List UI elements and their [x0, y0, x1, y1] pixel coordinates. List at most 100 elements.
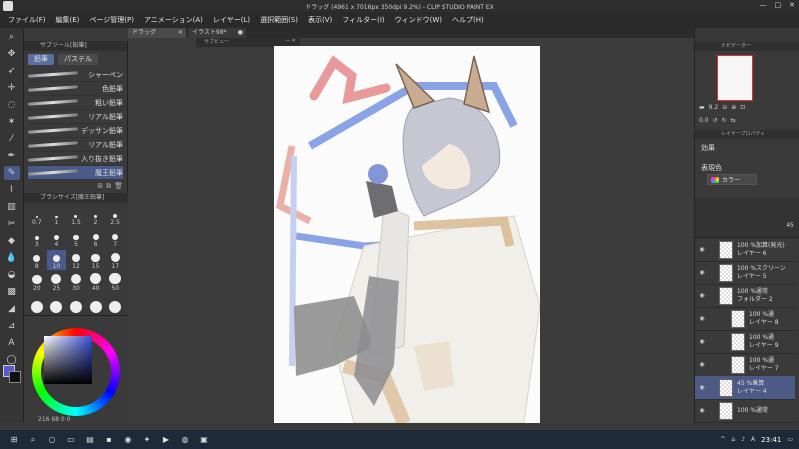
tray-chevron-icon[interactable]: ^ — [720, 436, 725, 443]
brush-size-cell[interactable] — [47, 294, 67, 314]
visibility-eye-icon[interactable]: ◉ — [697, 292, 707, 299]
layer-opacity[interactable]: 45 — [786, 222, 794, 229]
eraser-icon[interactable]: ◆ — [4, 234, 20, 248]
layer-row[interactable]: ◉ 100 %スクリーン レイヤー 5 — [695, 261, 795, 285]
clock[interactable]: 23:41 — [761, 436, 781, 444]
brush-size-cell[interactable]: 10 — [46, 250, 67, 270]
menu-animation[interactable]: アニメーション(A) — [144, 15, 203, 25]
move-tool-icon[interactable]: ✥ — [4, 47, 20, 61]
app-icon[interactable]: ▪ — [104, 435, 114, 445]
tab-illust98-close[interactable]: ● — [238, 28, 243, 38]
operation-tool-icon[interactable]: ➶ — [4, 64, 20, 78]
layer-row[interactable]: ◉ 100 %通 レイヤー 7 — [695, 353, 795, 377]
menu-view[interactable]: 表示(V) — [308, 15, 332, 25]
search-icon[interactable]: ⌕ — [28, 435, 38, 445]
windows-start-icon[interactable]: ⊞ — [9, 435, 19, 445]
blend-icon[interactable]: 💧 — [4, 251, 20, 265]
flip-icon[interactable]: ⇆ — [731, 117, 736, 124]
delete-subtool-icon[interactable]: 🗑 — [114, 182, 123, 191]
zoom-slider-icon[interactable]: ▬ — [699, 104, 705, 111]
brush-size-cell[interactable]: 17 — [105, 250, 125, 270]
visibility-eye-icon[interactable]: ◉ — [697, 338, 707, 345]
brush-item[interactable]: 粗い鉛筆 — [27, 96, 123, 110]
brush-size-cell[interactable]: 25 — [47, 272, 67, 292]
layer-row[interactable]: ◉ 100 %通常 フォルダー 2 — [695, 284, 795, 308]
chrome-icon[interactable]: ◉ — [123, 435, 133, 445]
zoom-value[interactable]: 9.2 — [709, 104, 719, 111]
brush-size-cell[interactable] — [105, 294, 125, 314]
text-icon[interactable]: A — [4, 336, 20, 350]
menu-page[interactable]: ページ管理(P) — [89, 15, 134, 25]
ime-lang[interactable]: A — [751, 436, 755, 443]
notification-icon[interactable]: ▭ — [787, 436, 793, 443]
menu-filter[interactable]: フィルター(I) — [342, 15, 384, 25]
brush-size-cell[interactable]: 6 — [86, 228, 106, 248]
copy-subtool-icon[interactable]: ⧉ — [106, 182, 111, 191]
discord-icon[interactable]: ◍ — [180, 435, 190, 445]
magic-wand-icon[interactable]: ✶ — [4, 115, 20, 129]
tab-illust98[interactable]: イラスト98* ● — [188, 28, 246, 38]
brush-size-cell[interactable]: 4 — [47, 228, 67, 248]
rotate-right-icon[interactable]: ↻ — [722, 117, 727, 124]
lasso-icon[interactable]: ◌ — [4, 98, 20, 112]
menu-file[interactable]: ファイル(F) — [8, 15, 46, 25]
file-explorer-icon[interactable]: ▤ — [85, 435, 95, 445]
brush-size-cell[interactable]: 2.5 — [105, 206, 125, 226]
layer-row[interactable]: ◉ 100 %通 レイヤー 8 — [695, 307, 795, 331]
brush-size-cell[interactable]: 20 — [27, 272, 47, 292]
layer-row[interactable]: ◉ 100 %通 レイヤー 9 — [695, 330, 795, 354]
brush-item[interactable]: リアル鉛筆 — [27, 110, 123, 124]
menu-window[interactable]: ウィンドウ(W) — [395, 15, 442, 25]
decoration-icon[interactable]: ✂ — [4, 217, 20, 231]
tab-drag[interactable]: ドラッグ ✕ — [128, 28, 186, 38]
layer-row[interactable]: ◉ 100 %通常 — [695, 399, 795, 423]
brush-item[interactable]: 色鉛筆 — [27, 82, 123, 96]
expression-color-select[interactable]: カラー — [707, 174, 757, 185]
network-icon[interactable]: ⌂ — [731, 436, 735, 443]
color-wells[interactable] — [3, 365, 21, 391]
visibility-eye-icon[interactable]: ◉ — [697, 269, 707, 276]
brush-size-cell[interactable] — [27, 294, 47, 314]
visibility-eye-icon[interactable]: ◉ — [697, 361, 707, 368]
brush-item[interactable]: 魔王鉛筆 — [27, 166, 123, 180]
subtool-settings-icon[interactable]: ⊞ — [97, 182, 103, 191]
fill-icon[interactable]: ◒ — [4, 268, 20, 282]
layer-row[interactable]: ◉ 45 %乗算 レイヤー 4 — [695, 376, 795, 400]
layer-row[interactable]: ◉ 100 %加算(発光) レイヤー 6 — [695, 238, 795, 262]
brush-size-cell[interactable]: 5 — [66, 228, 86, 248]
visibility-eye-icon[interactable]: ◉ — [697, 315, 707, 322]
brush-item[interactable]: シャーペン — [27, 68, 123, 82]
clip-studio-taskbar-icon[interactable]: ▣ — [199, 435, 209, 445]
menu-selection[interactable]: 選択範囲(S) — [260, 15, 298, 25]
tab-pastel[interactable]: パステル — [58, 54, 98, 65]
menu-layer[interactable]: レイヤー(L) — [213, 15, 250, 25]
visibility-eye-icon[interactable]: ◉ — [697, 407, 707, 414]
gradient-icon[interactable]: ▩ — [4, 285, 20, 299]
maximize-button[interactable]: □ — [775, 1, 782, 9]
tab-drag-close[interactable]: ✕ — [178, 28, 183, 38]
brush-size-cell[interactable]: 30 — [66, 272, 86, 292]
minimize-button[interactable]: — — [760, 1, 767, 9]
twitter-icon[interactable]: ✦ — [142, 435, 152, 445]
brush-size-cell[interactable] — [66, 294, 86, 314]
navigator-thumbnail[interactable] — [717, 55, 753, 101]
brush-size-cell[interactable]: 7 — [105, 228, 125, 248]
brush-size-cell[interactable]: 50 — [105, 272, 125, 292]
tab-pencil[interactable]: 鉛筆 — [28, 54, 54, 65]
subview-close[interactable]: ✕ — [292, 38, 296, 44]
visibility-eye-icon[interactable]: ◉ — [697, 246, 707, 253]
brush-size-cell[interactable]: 1 — [47, 206, 67, 226]
menu-help[interactable]: ヘルプ(H) — [452, 15, 484, 25]
pencil-icon[interactable]: ✎ — [3, 166, 20, 180]
brush-size-cell[interactable]: 3 — [27, 228, 47, 248]
brush-item[interactable]: 入り抜き鉛筆 — [27, 152, 123, 166]
brush-size-cell[interactable] — [86, 294, 106, 314]
saturation-value-square[interactable] — [44, 336, 92, 384]
zoom-in-icon[interactable]: ⊕ — [731, 104, 736, 111]
brush-size-cell[interactable]: 40 — [86, 272, 106, 292]
zoom-out-icon[interactable]: ⊖ — [722, 104, 727, 111]
brush-item[interactable]: リアル鉛筆 — [27, 138, 123, 152]
frame-icon[interactable]: ⊿ — [4, 319, 20, 333]
brush-icon[interactable]: ⌇ — [4, 183, 20, 197]
figure-icon[interactable]: ◢ — [4, 302, 20, 316]
